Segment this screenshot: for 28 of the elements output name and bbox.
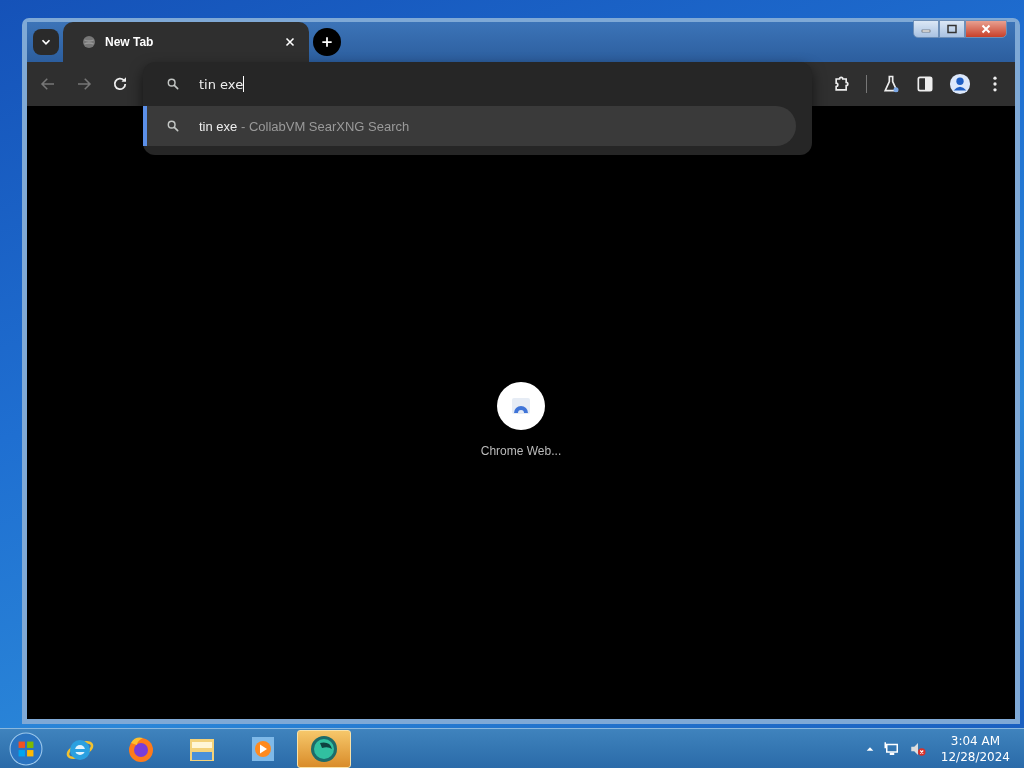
arrow-right-icon xyxy=(75,75,93,93)
address-field[interactable]: tin exe xyxy=(199,72,499,96)
close-icon xyxy=(980,23,992,35)
shortcut-tile[interactable]: Chrome Web... xyxy=(480,381,562,458)
disc-icon[interactable] xyxy=(308,733,340,765)
puzzle-icon[interactable] xyxy=(832,74,852,94)
close-button[interactable] xyxy=(965,20,1007,38)
search-icon xyxy=(165,118,181,134)
reload-icon xyxy=(111,75,129,93)
flask-icon[interactable] xyxy=(881,74,901,94)
network-icon[interactable] xyxy=(882,740,901,758)
search-icon xyxy=(165,76,181,92)
start-button[interactable] xyxy=(6,729,46,768)
arrow-left-icon xyxy=(39,75,57,93)
maximize-button[interactable] xyxy=(939,20,965,38)
maximize-icon xyxy=(946,23,958,35)
browser-tab[interactable]: New Tab xyxy=(63,22,309,62)
plus-icon xyxy=(320,35,334,49)
windows-logo-icon xyxy=(9,732,43,766)
side-panel-icon[interactable] xyxy=(915,74,935,94)
globe-icon xyxy=(81,34,97,50)
new-tab-button[interactable] xyxy=(313,28,341,56)
close-icon[interactable] xyxy=(283,35,297,49)
search-suggestion[interactable]: tin exe - CollabVM SearXNG Search xyxy=(143,106,796,146)
taskbar-app[interactable] xyxy=(297,730,351,768)
profile-avatar-icon[interactable] xyxy=(949,73,971,95)
tab-search-button[interactable] xyxy=(33,29,59,55)
clock[interactable]: 3:04 AM 12/28/2024 xyxy=(940,733,1010,765)
